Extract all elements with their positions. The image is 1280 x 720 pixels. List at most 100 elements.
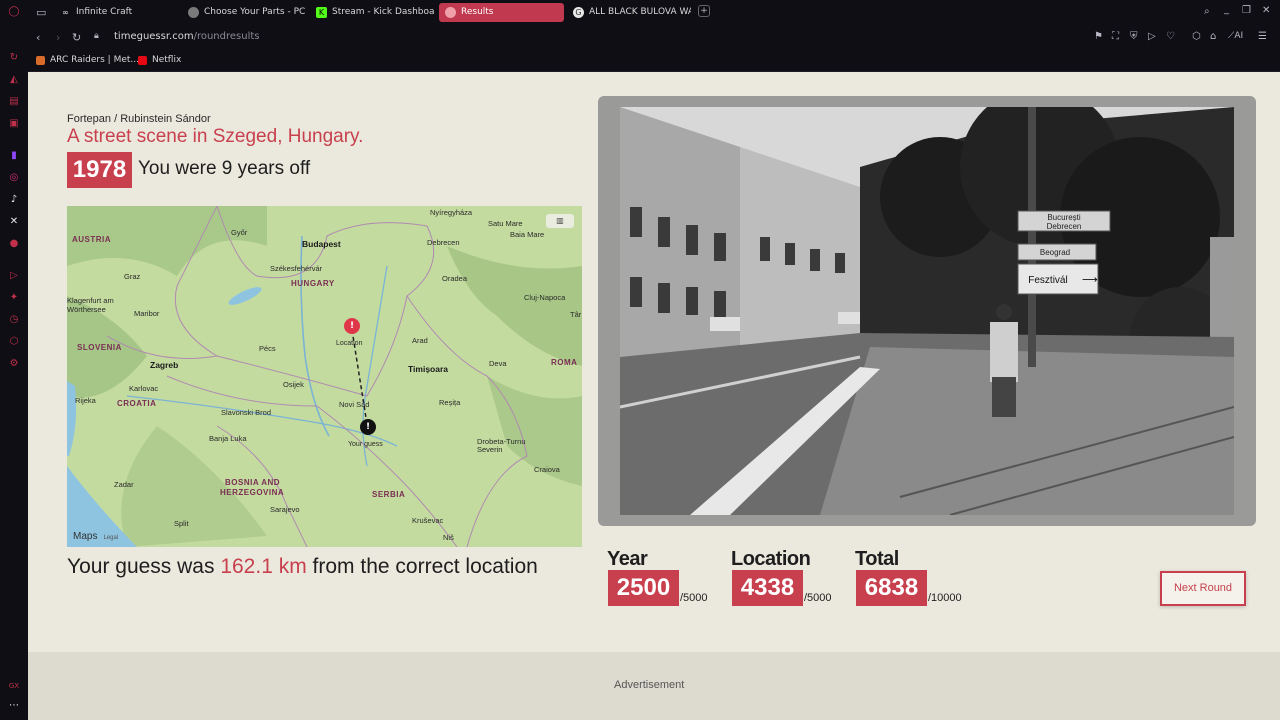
minimize-icon[interactable]: _ — [1224, 4, 1229, 15]
lock-icon: 🔒︎ — [94, 31, 99, 41]
historic-photo: București Debrecen Beograd Fesztivál ⟶ — [620, 107, 1234, 515]
bookmark-icon[interactable]: ⚑ — [1094, 31, 1103, 42]
map-label-hungary: HUNGARY — [291, 279, 335, 288]
sign-beograd-text: Beograd — [1040, 248, 1070, 257]
tab-kick[interactable]: K Stream - Kick Dashboard — [310, 3, 434, 22]
tab-infinite-craft[interactable]: ∞ Infinite Craft — [54, 3, 178, 22]
maps-legal-link[interactable]: Legal — [103, 535, 118, 541]
ai-button[interactable]: ⟋AI — [1228, 31, 1243, 41]
url-path: /roundresults — [193, 31, 260, 42]
tab-bulova[interactable]: G ALL BLACK BULOVA WATC — [567, 3, 691, 22]
result-map[interactable]: AUSTRIA HUNGARY SLOVENIA CROATIA BOSNIA … — [67, 206, 582, 547]
close-icon[interactable]: ✕ — [1262, 5, 1270, 16]
map-type-button[interactable]: ▥ — [546, 214, 574, 228]
tab-label: Choose Your Parts - PCPa — [204, 7, 306, 17]
map-label-klagenfurt-1: Klagenfurt am — [67, 296, 114, 305]
twitch-icon[interactable]: ▮ — [8, 150, 20, 162]
map-label-zadar: Zadar — [114, 480, 134, 489]
profile-icon[interactable]: ⌂ — [1210, 31, 1216, 42]
netflix-icon — [138, 56, 147, 65]
tab-menu-icon[interactable]: ▭ — [36, 6, 46, 19]
map-label-nyiregyhaza: Nyíregyháza — [430, 208, 473, 217]
snapshot-icon[interactable]: ⛶ — [1112, 31, 1119, 42]
map-terrain — [67, 206, 582, 547]
google-icon: G — [573, 7, 584, 18]
guess-pin-icon[interactable]: ! — [360, 419, 376, 435]
more-icon[interactable]: ⋯ — [8, 700, 20, 712]
tab-label: Infinite Craft — [76, 7, 133, 17]
location-pin-icon[interactable]: ! — [344, 318, 360, 334]
extensions-icon[interactable]: ⬡ — [8, 336, 20, 348]
photo-credit: Fortepan / Rubinstein Sándor — [67, 113, 211, 125]
bookmark-label: Netflix — [152, 55, 182, 65]
record-icon[interactable]: ● — [8, 238, 20, 250]
bag-icon[interactable]: ◭ — [8, 74, 20, 86]
advertisement-bar: Advertisement — [28, 652, 1280, 720]
photo-frame: București Debrecen Beograd Fesztivál ⟶ — [598, 96, 1256, 526]
map-label-graz: Graz — [124, 272, 141, 281]
tab-pcpartpicker[interactable]: Choose Your Parts - PCPa — [182, 3, 306, 22]
reload-icon[interactable]: ↻ — [72, 31, 81, 44]
street-scene-photo: București Debrecen Beograd Fesztivál ⟶ — [620, 107, 1234, 515]
tab-label: Stream - Kick Dashboard — [332, 7, 434, 17]
map-label-arad: Arad — [412, 336, 428, 345]
menu-icon[interactable]: ☰ — [1258, 31, 1267, 42]
bookmark-label: ARC Raiders | Met... — [50, 55, 139, 65]
tiktok-icon[interactable]: ♪ — [8, 194, 20, 206]
map-label-debrecen: Debrecen — [427, 238, 460, 247]
opera-logo-icon[interactable]: ◯ — [8, 6, 20, 18]
search-icon[interactable]: ⌕ — [1204, 6, 1210, 17]
messenger-icon[interactable]: ▣ — [8, 118, 20, 130]
next-round-button[interactable]: Next Round — [1160, 571, 1246, 606]
tab-results[interactable]: Results — [439, 3, 564, 22]
url-field[interactable]: timeguessr.com/roundresults — [114, 31, 260, 42]
ai-label: AI — [1234, 31, 1244, 41]
sign-fesztival-text: Fesztivál — [1028, 275, 1067, 286]
pin-icon[interactable]: ✦ — [8, 292, 20, 304]
bookmark-netflix[interactable]: Netflix — [138, 55, 181, 65]
maps-logo-text: Maps — [73, 531, 98, 542]
year-score-max: /5000 — [680, 592, 708, 604]
settings-icon[interactable]: ⚙ — [8, 358, 20, 370]
kick-icon: K — [316, 7, 327, 18]
address-bar: ‹ › ↻ 🔒︎ timeguessr.com/roundresults ⚑ ⛶… — [28, 25, 1280, 50]
vpn-icon[interactable]: ⛨ — [1130, 31, 1138, 42]
map-label-pecs: Pécs — [259, 344, 276, 353]
history-icon[interactable]: ◷ — [8, 314, 20, 326]
new-tab-button[interactable]: + — [698, 5, 710, 17]
speed-dial-icon[interactable]: ↻ — [8, 52, 20, 64]
globe-icon — [445, 7, 456, 18]
map-label-rijeka: Rijeka — [75, 396, 96, 405]
url-host: timeguessr.com — [114, 31, 194, 42]
tab-label: ALL BLACK BULOVA WATC — [589, 7, 691, 17]
location-score-max: /5000 — [804, 592, 832, 604]
total-score-max: /10000 — [928, 592, 962, 604]
bookmark-arc-raiders[interactable]: ARC Raiders | Met... — [36, 55, 139, 65]
map-label-sarajevo: Sarajevo — [270, 505, 300, 514]
map-icon: ▥ — [556, 216, 564, 225]
instagram-icon[interactable]: ◎ — [8, 172, 20, 184]
years-off-text: You were 9 years off — [138, 158, 311, 179]
play-icon[interactable]: ▷ — [1148, 31, 1156, 42]
back-icon[interactable]: ‹ — [36, 31, 40, 44]
distance-value: 162.1 km — [220, 555, 307, 578]
forward-icon[interactable]: › — [56, 31, 60, 44]
map-label-serbia: SERBIA — [372, 490, 406, 499]
browser-sidebar: ◯ ↻ ◭ ▤ ▣ ▮ ◎ ♪ ✕ ● ▷ ✦ ◷ ⬡ ⚙ GX ⋯ — [0, 0, 28, 720]
map-label-osijek: Osijek — [283, 380, 304, 389]
maximize-icon[interactable]: ❐ — [1242, 5, 1251, 16]
maps-attribution[interactable]: Maps Legal — [73, 531, 118, 542]
extensions-toolbar-icon[interactable]: ⬡ — [1192, 31, 1201, 42]
map-label-nis: Niš — [443, 533, 454, 542]
news-icon[interactable]: ▤ — [8, 96, 20, 108]
map-label-cluj: Cluj-Napoca — [524, 293, 566, 302]
gx-label[interactable]: GX — [8, 680, 20, 692]
map-label-banja-luka: Banja Luka — [209, 434, 247, 443]
sign-debrecen-text: Debrecen — [1047, 222, 1082, 231]
map-label-szekesfehervar: Székesfehérvár — [270, 264, 323, 273]
tab-bar: ▭ ∞ Infinite Craft Choose Your Parts - P… — [28, 0, 1280, 25]
player-icon[interactable]: ▷ — [8, 270, 20, 282]
heart-icon[interactable]: ♡ — [1166, 31, 1175, 42]
x-icon[interactable]: ✕ — [8, 216, 20, 228]
map-label-satu-mare: Satu Mare — [488, 219, 523, 228]
